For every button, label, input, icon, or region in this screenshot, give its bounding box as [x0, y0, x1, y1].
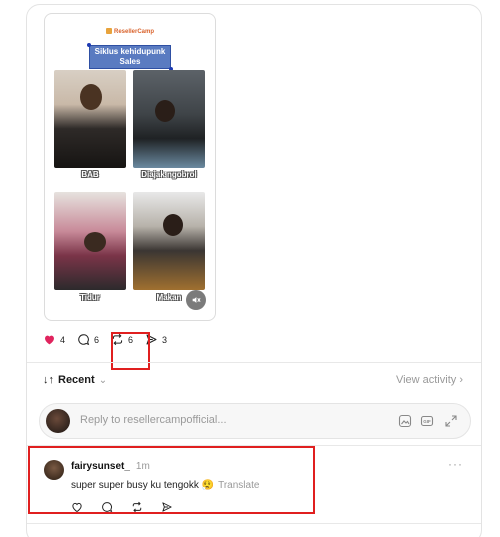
- gif-icon[interactable]: GIF: [420, 414, 434, 428]
- chevron-down-icon: ⌄: [98, 374, 108, 386]
- media-caption: Diajak ngobrol: [141, 170, 197, 179]
- sort-arrows-icon: ↓↑: [43, 374, 54, 386]
- expand-icon[interactable]: [444, 414, 458, 428]
- repost-highlight-box: [111, 332, 150, 370]
- view-activity-link[interactable]: View activity ›: [396, 374, 463, 386]
- reply-input[interactable]: Reply to resellercampofficial... GIF: [39, 403, 471, 439]
- more-options-icon[interactable]: ···: [448, 457, 463, 471]
- video-title-banner: Siklus kehidupunk Sales: [87, 43, 173, 71]
- like-count: 4: [60, 334, 66, 345]
- comment-icon: [78, 334, 90, 346]
- media-caption: BAB: [81, 170, 99, 179]
- speaker-muted-icon[interactable]: [186, 290, 206, 310]
- heart-filled-icon: [45, 335, 54, 345]
- post-card: ResellerCamp Siklus kehidupunk Sales BAB…: [26, 4, 482, 537]
- comment-highlight-box: [28, 446, 315, 514]
- share-count: 3: [162, 334, 168, 345]
- like-button[interactable]: 4: [43, 333, 65, 346]
- media-photo-tidur: [54, 192, 126, 290]
- svg-text:GIF: GIF: [423, 419, 431, 424]
- media-photo-bab: [54, 70, 126, 168]
- chevron-right-icon: ›: [459, 374, 463, 386]
- avatar: [46, 409, 70, 433]
- post-media-video[interactable]: ResellerCamp Siklus kehidupunk Sales BAB…: [44, 13, 216, 321]
- divider: [27, 523, 481, 524]
- page: ResellerCamp Siklus kehidupunk Sales BAB…: [0, 0, 500, 537]
- brand-logo: ResellerCamp: [45, 28, 215, 35]
- comment-count: 6: [94, 334, 100, 345]
- reply-placeholder: Reply to resellercampofficial...: [80, 414, 227, 426]
- sort-dropdown[interactable]: ↓↑ Recent ⌄: [43, 374, 107, 386]
- divider: [27, 362, 481, 363]
- media-caption: Tidur: [80, 293, 100, 302]
- comment-button[interactable]: 6: [77, 333, 99, 346]
- media-photo-diajak-ngobrol: [133, 70, 205, 168]
- sort-label: Recent: [58, 374, 95, 386]
- image-icon[interactable]: [398, 414, 412, 428]
- media-photo-makan: [133, 192, 205, 290]
